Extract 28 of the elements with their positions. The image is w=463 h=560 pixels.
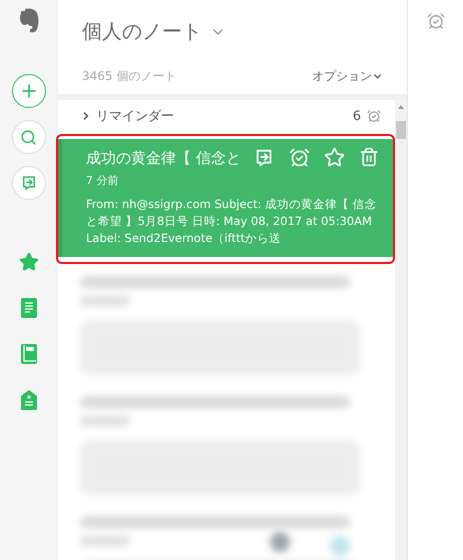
star-icon [18, 252, 38, 272]
shortcuts-button[interactable] [18, 252, 38, 272]
note-icon [20, 298, 36, 318]
note-snippet: From: nh@ssigrp.com Subject: 成功の黄金律【 信念と希望 】5月8日号 日時: May 08, 2017 at 05:30AM Label: Send2Evernote（iftttから送 [86, 196, 378, 247]
alarm-clock-icon[interactable] [426, 12, 444, 30]
delete-button[interactable] [359, 147, 379, 169]
reminder-count: 6 [352, 108, 361, 124]
search-icon [20, 128, 37, 146]
trash-icon [359, 147, 379, 167]
tag-icon [20, 390, 36, 410]
notebooks-button[interactable] [20, 344, 36, 364]
reminder-button[interactable] [289, 147, 310, 169]
notebook-title[interactable]: 個人のノート [82, 18, 202, 45]
note-count: 3465 個のノート [82, 68, 176, 84]
new-note-button[interactable] [12, 74, 46, 108]
alarm-clock-icon [289, 147, 310, 168]
notebook-icon [20, 344, 36, 364]
alarm-clock-icon [367, 109, 381, 123]
notes-button[interactable] [20, 298, 36, 318]
work-chat-button[interactable] [12, 166, 46, 200]
options-button[interactable]: オプション [312, 68, 383, 84]
star-icon [324, 147, 345, 168]
note-title: 成功の黄金律【 信念と [86, 148, 241, 168]
note-time: 7 分前 [86, 173, 120, 188]
shortcut-button[interactable] [324, 147, 345, 169]
search-button[interactable] [12, 120, 46, 154]
tags-button[interactable] [20, 390, 36, 410]
scrollbar[interactable] [395, 100, 407, 560]
